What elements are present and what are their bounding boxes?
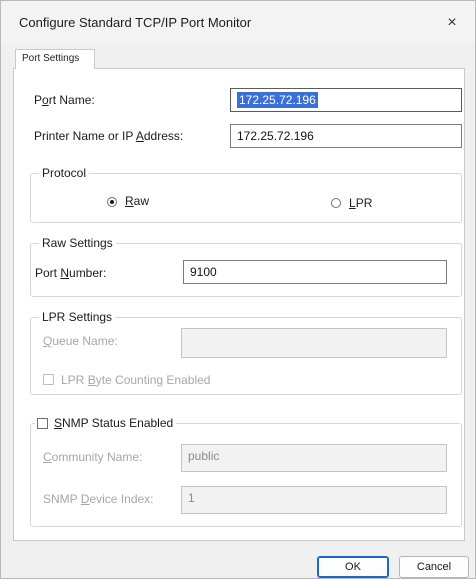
ok-button[interactable]: OK — [317, 556, 389, 578]
snmp-device-index-input[interactable]: 1 — [181, 486, 447, 514]
lpr-settings-group: LPR Settings Queue Name: LPR Byte Counti… — [30, 310, 462, 395]
protocol-group: Protocol Raw LPR — [30, 166, 462, 223]
lpr-byte-counting-checkbox[interactable] — [43, 374, 54, 385]
dialog-window: Configure Standard TCP/IP Port Monitor ×… — [0, 0, 476, 579]
snmp-device-index-label: SNMP Device Index: — [43, 492, 154, 506]
printer-address-input[interactable]: 172.25.72.196 — [230, 124, 462, 148]
lpr-byte-counting-label[interactable]: LPR Byte Counting Enabled — [61, 373, 210, 387]
lpr-radio[interactable] — [331, 198, 341, 208]
queue-name-label: Queue Name: — [43, 334, 118, 348]
snmp-group-title: SNMP Status Enabled — [35, 416, 177, 430]
snmp-status-checkbox[interactable] — [37, 418, 48, 429]
port-number-value: 9100 — [190, 265, 217, 279]
printer-address-label: Printer Name or IP Address: — [34, 129, 184, 143]
protocol-group-title: Protocol — [39, 166, 90, 180]
snmp-device-index-value: 1 — [188, 491, 195, 505]
port-name-value: 172.25.72.196 — [237, 92, 318, 108]
cancel-button[interactable]: Cancel — [399, 556, 469, 578]
lpr-radio-label[interactable]: LPR — [349, 196, 372, 210]
snmp-title-text[interactable]: NMP Status Enabled — [62, 416, 173, 430]
snmp-title-ul[interactable]: S — [54, 416, 62, 430]
lpr-settings-group-title: LPR Settings — [39, 310, 116, 324]
raw-radio-label[interactable]: Raw — [125, 194, 149, 208]
window-title: Configure Standard TCP/IP Port Monitor — [19, 15, 252, 30]
raw-settings-group: Raw Settings Port Number: 9100 — [30, 236, 462, 297]
port-number-label: Port Number: — [35, 266, 107, 280]
title-bar: Configure Standard TCP/IP Port Monitor × — [1, 1, 475, 45]
community-name-input[interactable]: public — [181, 444, 447, 472]
port-name-label: Port Name: — [34, 93, 95, 107]
raw-settings-group-title: Raw Settings — [39, 236, 116, 250]
tab-port-settings[interactable]: Port Settings — [15, 49, 95, 69]
port-number-input[interactable]: 9100 — [183, 260, 447, 284]
community-name-value: public — [188, 449, 220, 463]
port-name-input[interactable]: 172.25.72.196 — [230, 88, 462, 112]
snmp-group: SNMP Status Enabled Community Name: publ… — [30, 416, 462, 527]
close-icon: × — [447, 14, 457, 31]
port-settings-panel: Port Name: 172.25.72.196 Printer Name or… — [13, 68, 465, 541]
community-name-label: Community Name: — [43, 450, 143, 464]
close-button[interactable]: × — [429, 1, 475, 45]
queue-name-input[interactable] — [181, 328, 447, 358]
printer-address-value: 172.25.72.196 — [237, 129, 314, 143]
raw-radio[interactable] — [107, 197, 117, 207]
